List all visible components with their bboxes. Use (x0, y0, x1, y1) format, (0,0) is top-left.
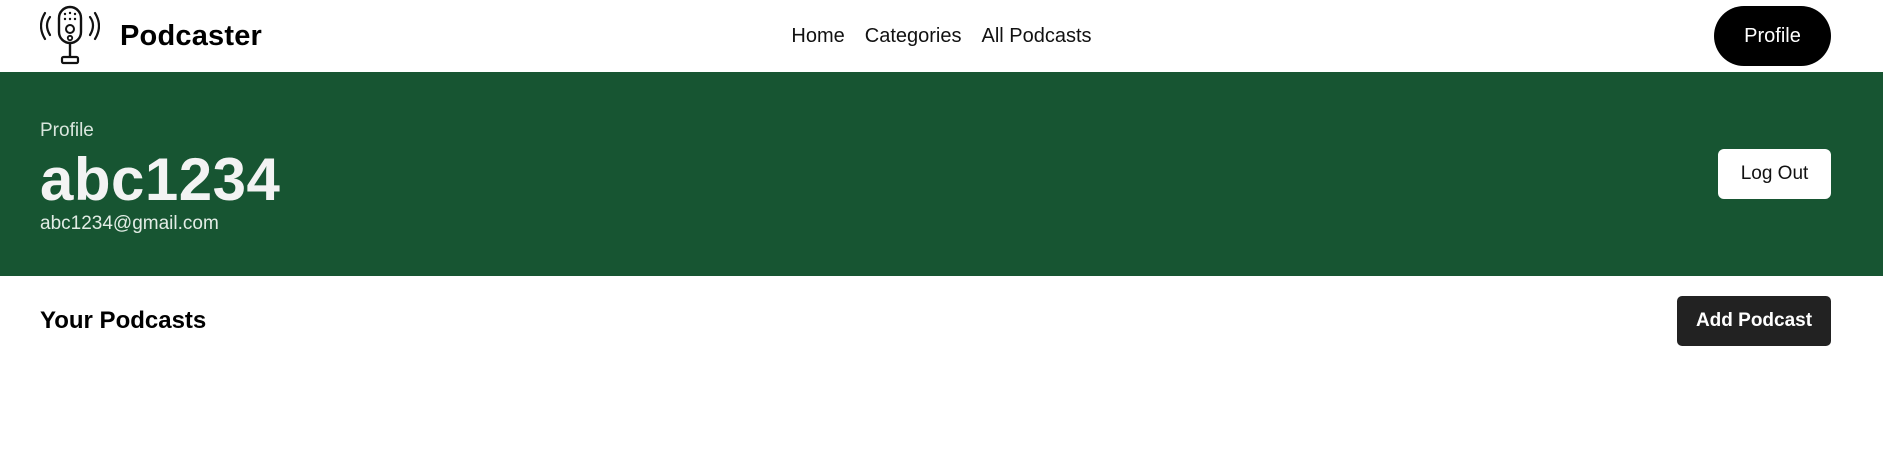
nav-link-home[interactable]: Home (791, 25, 844, 48)
profile-kicker: Profile (40, 119, 94, 141)
main-nav: Home Categories All Podcasts (0, 0, 1883, 72)
brand-name: Podcaster (120, 19, 263, 52)
profile-banner: Profile abc1234 abc1234@gmail.com Log Ou… (0, 72, 1883, 276)
profile-button[interactable]: Profile (1714, 6, 1831, 66)
microphone-icon (40, 5, 100, 65)
section-title: Your Podcasts (40, 307, 207, 334)
top-navbar: Podcaster Home Categories All Podcasts P… (0, 0, 1883, 72)
nav-link-categories[interactable]: Categories (865, 25, 962, 48)
nav-link-all-podcasts[interactable]: All Podcasts (982, 25, 1092, 48)
profile-email: abc1234@gmail.com (40, 212, 219, 234)
logout-button[interactable]: Log Out (1718, 149, 1831, 199)
podcasts-header: Your Podcasts Add Podcast (0, 276, 1883, 346)
add-podcast-button[interactable]: Add Podcast (1677, 296, 1831, 346)
profile-info: Profile abc1234 abc1234@gmail.com (40, 114, 280, 235)
profile-username: abc1234 (40, 145, 281, 213)
podcast-list (0, 346, 1883, 466)
podcasts-section: Your Podcasts Add Podcast (0, 276, 1883, 466)
brand[interactable]: Podcaster (40, 5, 262, 67)
